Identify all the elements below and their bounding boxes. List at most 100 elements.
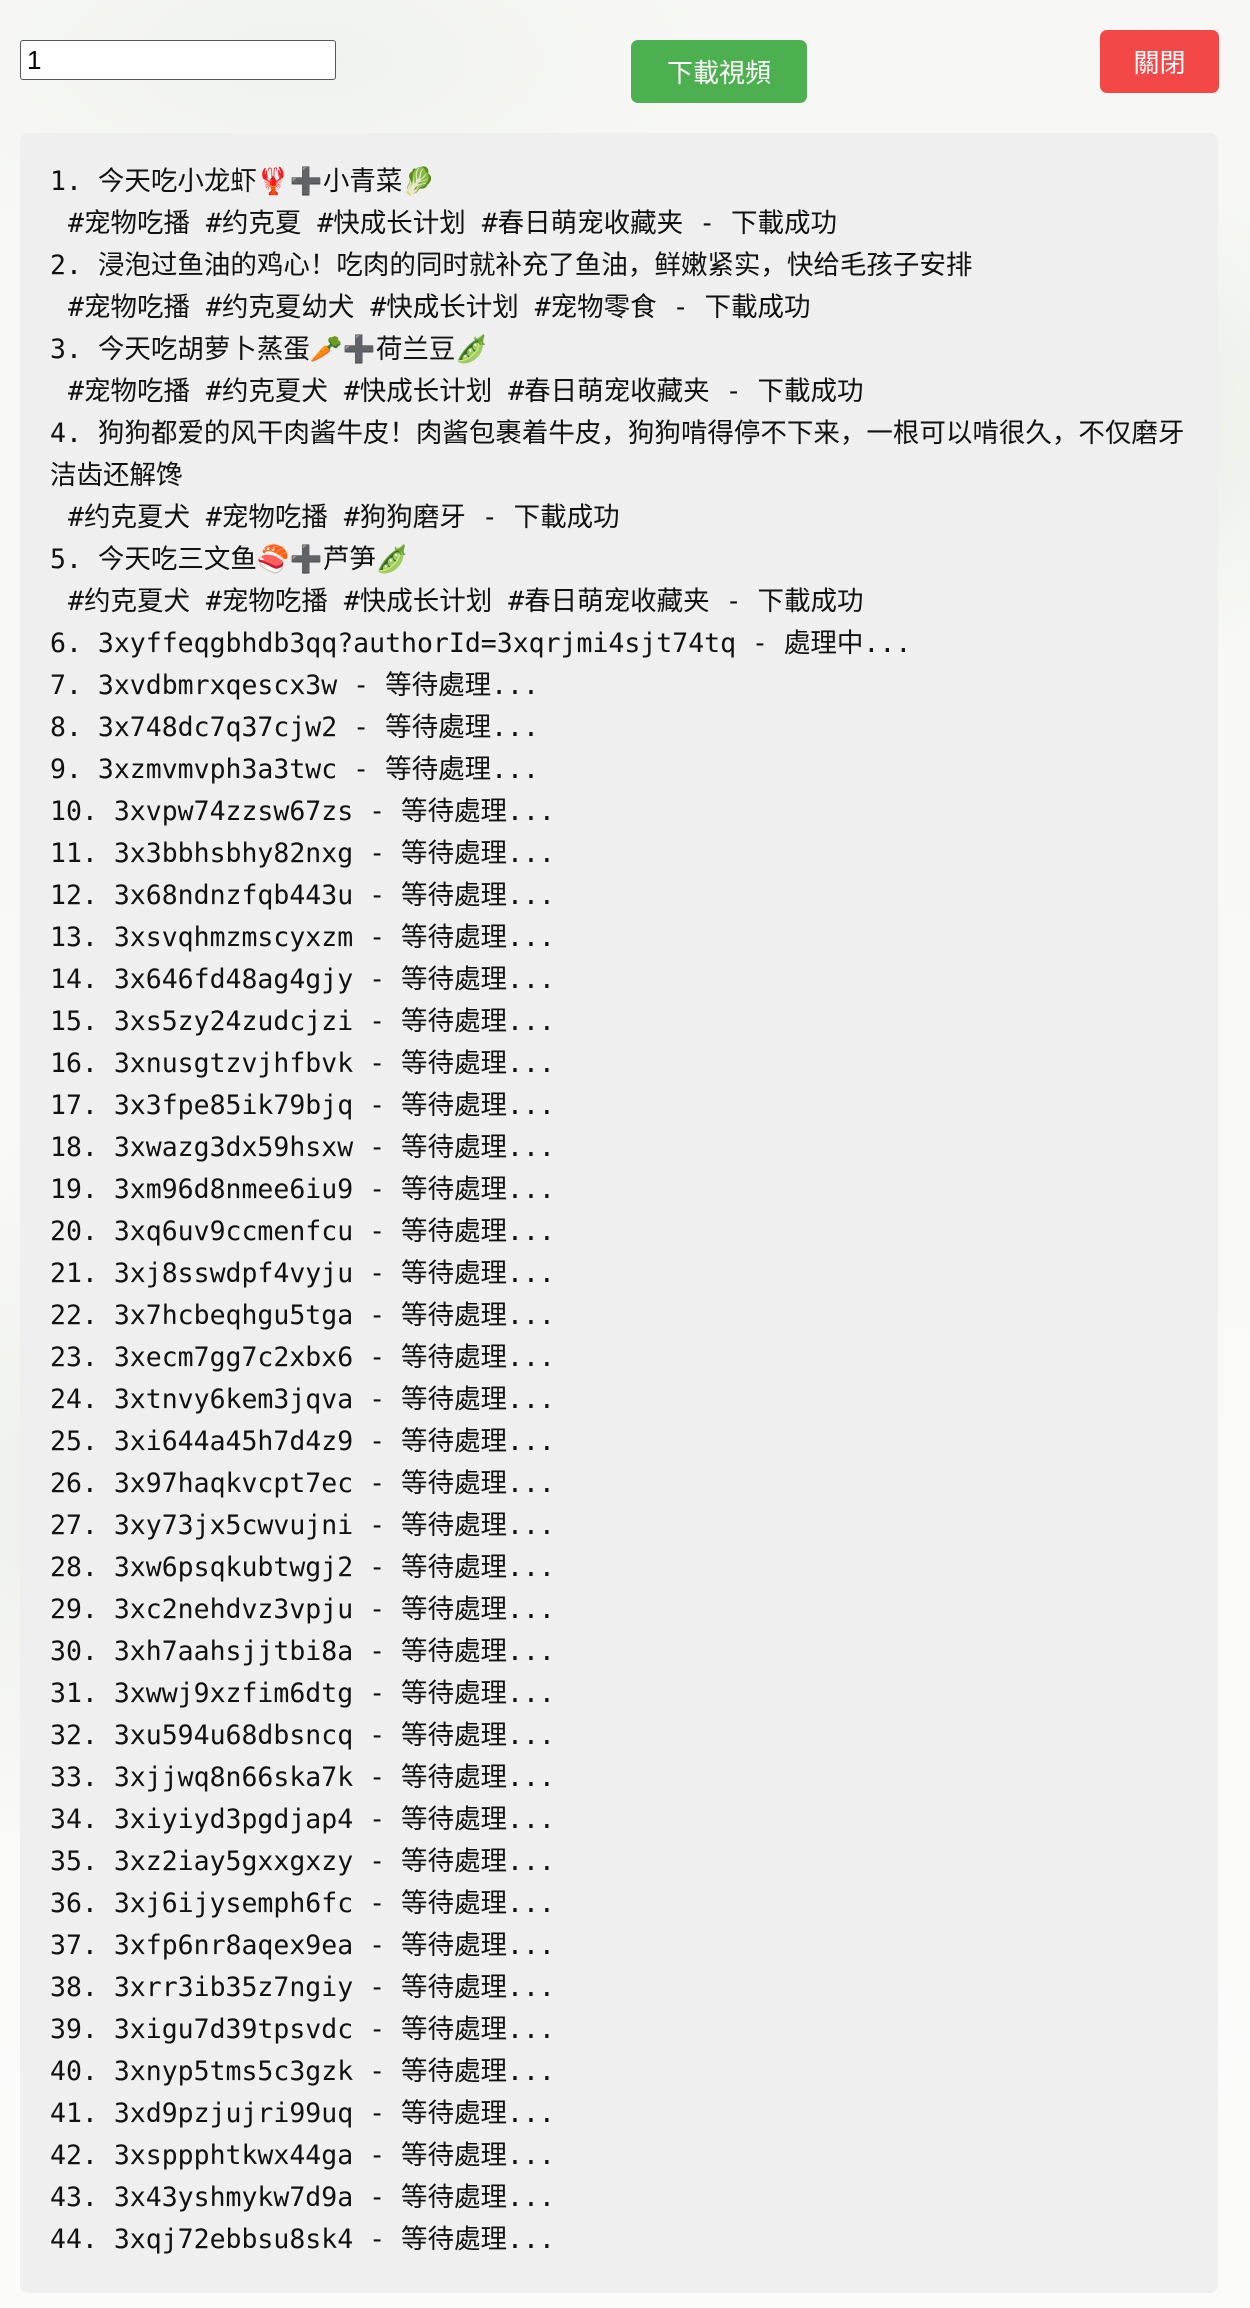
log-item-title: 3xigu7d39tpsvdc - 等待處理... [113,2014,555,2045]
log-item: 8. 3x748dc7q37cjw2 - 等待處理... [50,707,1188,749]
log-item: 27. 3xy73jx5cwvujni - 等待處理... [50,1505,1188,1547]
log-item-title: 3xvdbmrxqescx3w - 等待處理... [97,670,539,701]
log-item: 14. 3x646fd48ag4gjy - 等待處理... [50,959,1188,1001]
log-item-title: 3xjjwq8n66ska7k - 等待處理... [113,1762,555,1793]
log-item-tags-status: #宠物吃播 #约克夏 #快成长计划 #春日萌宠收藏夹 - 下載成功 [68,208,838,239]
log-item: 10. 3xvpw74zzsw67zs - 等待處理... [50,791,1188,833]
log-item-number: 22. [50,1300,98,1331]
log-item: 6. 3xyffeqgbhdb3qq?authorId=3xqrjmi4sjt7… [50,623,1188,665]
log-item-tags-status: #约克夏犬 #宠物吃播 #狗狗磨牙 - 下載成功 [68,502,620,533]
log-item-number: 19. [50,1174,98,1205]
log-item-title: 3xtnvy6kem3jqva - 等待處理... [113,1384,555,1415]
log-item-number: 34. [50,1804,98,1835]
log-item: 13. 3xsvqhmzmscyxzm - 等待處理... [50,917,1188,959]
log-item: 38. 3xrr3ib35z7ngiy - 等待處理... [50,1967,1188,2009]
log-item: 34. 3xiyiyd3pgdjap4 - 等待處理... [50,1799,1188,1841]
log-item: 1. 今天吃小龙虾🦞➕小青菜🥬 #宠物吃播 #约克夏 #快成长计划 #春日萌宠收藏… [50,161,1188,245]
log-item: 9. 3xzmvmvph3a3twc - 等待處理... [50,749,1188,791]
log-item-title: 3xj6ijysemph6fc - 等待處理... [113,1888,555,1919]
log-item-title: 3xq6uv9ccmenfcu - 等待處理... [113,1216,555,1247]
log-item-title: 3xzmvmvph3a3twc - 等待處理... [97,754,539,785]
log-item-title: 3x43yshmykw7d9a - 等待處理... [113,2182,555,2213]
log-item: 32. 3xu594u68dbsncq - 等待處理... [50,1715,1188,1757]
log-item-title: 3x646fd48ag4gjy - 等待處理... [113,964,555,995]
log-item-number: 23. [50,1342,98,1373]
log-item-title: 3x3fpe85ik79bjq - 等待處理... [113,1090,555,1121]
log-item-number: 5. [50,544,82,575]
log-item-title: 3xs5zy24zudcjzi - 等待處理... [113,1006,555,1037]
log-item-title: 3xm96d8nmee6iu9 - 等待處理... [113,1174,555,1205]
log-item: 15. 3xs5zy24zudcjzi - 等待處理... [50,1001,1188,1043]
log-item-number: 40. [50,2056,98,2087]
log-item-number: 28. [50,1552,98,1583]
log-item-title: 3xvpw74zzsw67zs - 等待處理... [113,796,555,827]
log-item-title: 今天吃胡萝卜蒸蛋🥕➕荷兰豆🫛 [97,334,489,365]
log-item: 3. 今天吃胡萝卜蒸蛋🥕➕荷兰豆🫛 #宠物吃播 #约克夏犬 #快成长计划 #春日萌… [50,329,1188,413]
log-item-number: 44. [50,2224,98,2255]
log-item-number: 33. [50,1762,98,1793]
log-item-number: 24. [50,1384,98,1415]
log-item-title: 3xyffeqgbhdb3qq?authorId=3xqrjmi4sjt74tq… [97,628,912,659]
log-item: 20. 3xq6uv9ccmenfcu - 等待處理... [50,1211,1188,1253]
log-item-title: 3xw6psqkubtwgj2 - 等待處理... [113,1552,555,1583]
log-item: 36. 3xj6ijysemph6fc - 等待處理... [50,1883,1188,1925]
log-item-title: 3xqj72ebbsu8sk4 - 等待處理... [113,2224,555,2255]
log-item: 24. 3xtnvy6kem3jqva - 等待處理... [50,1379,1188,1421]
download-log-panel: 1. 今天吃小龙虾🦞➕小青菜🥬 #宠物吃播 #约克夏 #快成长计划 #春日萌宠收藏… [20,133,1218,2293]
log-item: 4. 狗狗都爱的风干肉酱牛皮！肉酱包裹着牛皮，狗狗啃得停不下来，一根可以啃很久，… [50,413,1188,539]
log-item-number: 4. [50,418,82,449]
log-item-number: 20. [50,1216,98,1247]
log-item: 18. 3xwazg3dx59hsxw - 等待處理... [50,1127,1188,1169]
log-item: 35. 3xz2iay5gxxgxzy - 等待處理... [50,1841,1188,1883]
log-item: 25. 3xi644a45h7d4z9 - 等待處理... [50,1421,1188,1463]
log-item: 39. 3xigu7d39tpsvdc - 等待處理... [50,2009,1188,2051]
log-item-title: 3xsvqhmzmscyxzm - 等待處理... [113,922,555,953]
log-item: 44. 3xqj72ebbsu8sk4 - 等待處理... [50,2219,1188,2261]
log-item-title: 3xwwj9xzfim6dtg - 等待處理... [113,1678,555,1709]
log-item: 23. 3xecm7gg7c2xbx6 - 等待處理... [50,1337,1188,1379]
log-item: 21. 3xj8sswdpf4vyju - 等待處理... [50,1253,1188,1295]
log-item-number: 9. [50,754,82,785]
log-item: 42. 3xsppphtkwx44ga - 等待處理... [50,2135,1188,2177]
log-item-number: 18. [50,1132,98,1163]
download-video-button[interactable]: 下載視頻 [631,40,807,103]
log-item: 37. 3xfp6nr8aqex9ea - 等待處理... [50,1925,1188,1967]
close-button[interactable]: 關閉 [1100,30,1219,93]
log-item-number: 6. [50,628,82,659]
log-item-title: 3x3bbhsbhy82nxg - 等待處理... [113,838,555,869]
log-item-number: 37. [50,1930,98,1961]
log-item-title: 狗狗都爱的风干肉酱牛皮！肉酱包裹着牛皮，狗狗啃得停不下来，一根可以啃很久，不仅磨… [50,418,1185,491]
log-item: 5. 今天吃三文鱼🍣➕芦笋🫛 #约克夏犬 #宠物吃播 #快成长计划 #春日萌宠收藏… [50,539,1188,623]
log-item: 22. 3x7hcbeqhgu5tga - 等待處理... [50,1295,1188,1337]
log-item-number: 43. [50,2182,98,2213]
log-item-title: 3xh7aahsjjtbi8a - 等待處理... [113,1636,555,1667]
log-item: 31. 3xwwj9xzfim6dtg - 等待處理... [50,1673,1188,1715]
log-item-title: 3x748dc7q37cjw2 - 等待處理... [97,712,539,743]
log-item-title: 3xfp6nr8aqex9ea - 等待處理... [113,1930,555,1961]
log-item-number: 36. [50,1888,98,1919]
log-item-title: 3xrr3ib35z7ngiy - 等待處理... [113,1972,555,2003]
log-item-number: 3. [50,334,82,365]
log-item-title: 今天吃三文鱼🍣➕芦笋🫛 [97,544,409,575]
log-item-number: 39. [50,2014,98,2045]
log-item-number: 10. [50,796,98,827]
log-item-number: 42. [50,2140,98,2171]
toolbar: 下載視頻 關閉 [0,0,1250,130]
log-item: 17. 3x3fpe85ik79bjq - 等待處理... [50,1085,1188,1127]
log-item-number: 29. [50,1594,98,1625]
log-item: 12. 3x68ndnzfqb443u - 等待處理... [50,875,1188,917]
log-item: 43. 3x43yshmykw7d9a - 等待處理... [50,2177,1188,2219]
log-item-title: 3xiyiyd3pgdjap4 - 等待處理... [113,1804,555,1835]
log-item-number: 12. [50,880,98,911]
log-item-title: 3xd9pzjujri99uq - 等待處理... [113,2098,555,2129]
log-item-title: 3xz2iay5gxxgxzy - 等待處理... [113,1846,555,1877]
count-input[interactable] [20,40,336,80]
log-item: 41. 3xd9pzjujri99uq - 等待處理... [50,2093,1188,2135]
log-item-number: 16. [50,1048,98,1079]
log-item: 26. 3x97haqkvcpt7ec - 等待處理... [50,1463,1188,1505]
log-item: 28. 3xw6psqkubtwgj2 - 等待處理... [50,1547,1188,1589]
log-item-title: 浸泡过鱼油的鸡心！吃肉的同时就补充了鱼油，鲜嫩紧实，快给毛孩子安排 [97,250,973,281]
download-log-list: 1. 今天吃小龙虾🦞➕小青菜🥬 #宠物吃播 #约克夏 #快成长计划 #春日萌宠收藏… [50,161,1188,2261]
log-item-number: 41. [50,2098,98,2129]
log-item-number: 26. [50,1468,98,1499]
